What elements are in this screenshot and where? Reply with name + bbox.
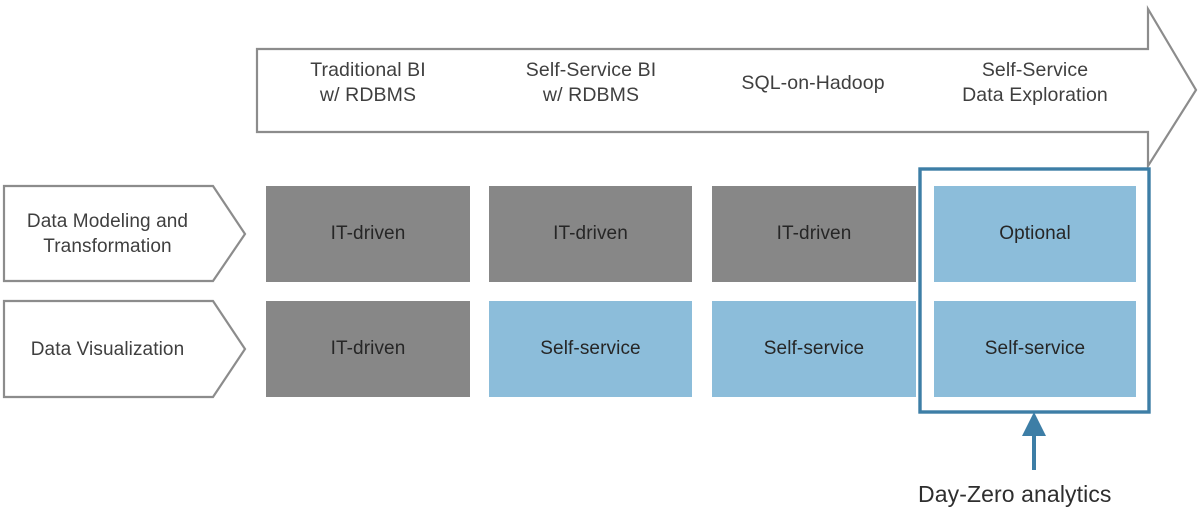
stage-label-self-service-bi: Self-Service BI w/ RDBMS	[525, 59, 657, 106]
row-label-data-visualization: Data Visualization	[30, 338, 185, 360]
analytics-maturity-diagram: Traditional BI w/ RDBMS Self-Service BI …	[0, 0, 1200, 517]
matrix-cell-visualization-traditional-bi: IT-driven	[266, 301, 470, 397]
stage-label-self-service-data-exploration: Self-Service Data Exploration	[962, 59, 1108, 106]
matrix-cell-visualization-sql-on-hadoop: Self-service	[712, 301, 916, 397]
matrix-cell-modeling-traditional-bi: IT-driven	[266, 186, 470, 282]
matrix-cell-visualization-self-service-data-exploration: Self-service	[934, 301, 1136, 397]
callout-arrow	[1022, 412, 1046, 470]
callout-caption-day-zero-analytics: Day-Zero analytics	[918, 481, 1112, 507]
matrix-cell-modeling-sql-on-hadoop: IT-driven	[712, 186, 916, 282]
stage-label-sql-on-hadoop: SQL-on-Hadoop	[741, 72, 885, 94]
matrix-cell-modeling-self-service-data-exploration: Optional	[934, 186, 1136, 282]
matrix-cell-visualization-self-service-bi: Self-service	[489, 301, 692, 397]
matrix-cell-modeling-self-service-bi: IT-driven	[489, 186, 692, 282]
stage-label-traditional-bi: Traditional BI w/ RDBMS	[310, 59, 426, 106]
row-label-data-modeling-and-transformation: Data Modeling and Transformation	[26, 210, 189, 257]
